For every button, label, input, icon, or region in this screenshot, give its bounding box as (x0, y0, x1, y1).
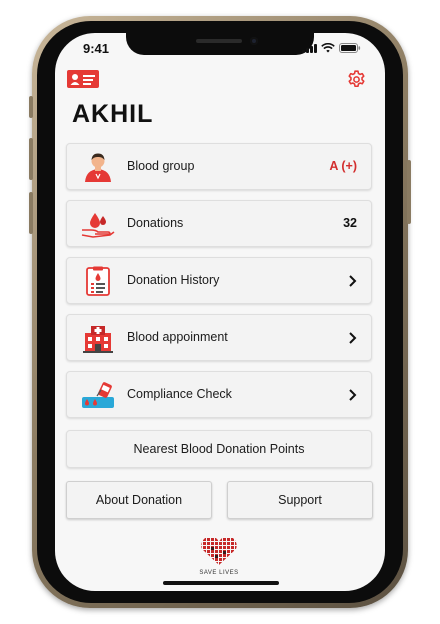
support-button[interactable]: Support (227, 481, 373, 519)
donations-label: Donations (127, 216, 184, 230)
id-card-icon[interactable] (67, 70, 99, 88)
hospital-icon (81, 323, 115, 353)
chevron-right-icon (348, 388, 357, 402)
volume-up-button (29, 138, 33, 180)
user-name: AKHIL (72, 100, 154, 128)
blood-bag-icon (81, 380, 115, 410)
save-lives-logo: SAVE LIVES (192, 536, 246, 578)
notch (126, 33, 314, 55)
blood-group-row[interactable]: Blood group A (+) (66, 143, 372, 190)
app-screen: 9:41 AKHIL Blood group A (+) Donations 3… (55, 33, 385, 591)
compliance-check-row[interactable]: Compliance Check (66, 371, 372, 418)
status-time: 9:41 (83, 41, 110, 56)
home-indicator[interactable] (163, 581, 279, 585)
donations-row[interactable]: Donations 32 (66, 200, 372, 247)
blood-appointment-label: Blood appoinment (127, 330, 228, 344)
blood-appointment-row[interactable]: Blood appoinment (66, 314, 372, 361)
front-camera (250, 37, 258, 45)
status-icons (302, 43, 361, 53)
blood-drop-hand-icon (81, 209, 115, 239)
clipboard-icon (81, 266, 115, 296)
blood-group-label: Blood group (127, 159, 195, 173)
power-button (407, 160, 411, 224)
donor-icon (81, 152, 115, 182)
logo-caption: SAVE LIVES (199, 570, 239, 576)
blood-group-value: A (+) (329, 159, 357, 173)
donation-history-label: Donation History (127, 273, 220, 287)
wifi-icon (321, 43, 335, 53)
battery-icon (339, 43, 361, 53)
compliance-check-label: Compliance Check (127, 387, 232, 401)
chevron-right-icon (348, 274, 357, 288)
chevron-right-icon (348, 331, 357, 345)
donation-history-row[interactable]: Donation History (66, 257, 372, 304)
about-donation-button[interactable]: About Donation (66, 481, 212, 519)
volume-down-button (29, 192, 33, 234)
heart-logo-icon (201, 536, 237, 565)
mute-switch (29, 96, 33, 118)
nearest-donation-points-button[interactable]: Nearest Blood Donation Points (66, 430, 372, 468)
cellular-signal-icon (302, 43, 317, 53)
donations-count: 32 (343, 216, 357, 230)
gear-icon[interactable] (346, 69, 367, 90)
